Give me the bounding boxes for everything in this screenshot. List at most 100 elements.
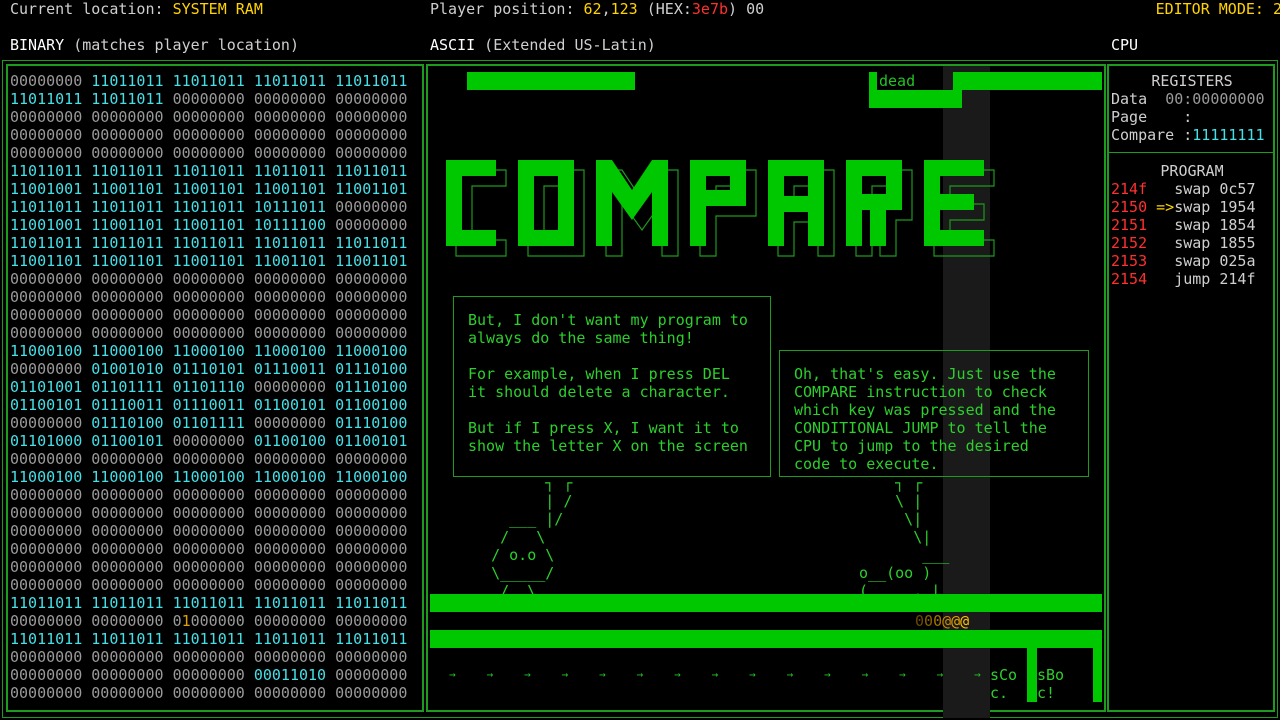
binary-byte: 01100101 [91, 432, 164, 450]
binary-byte: 00000000 [172, 144, 245, 162]
binary-byte: 00000000 [253, 504, 327, 522]
binary-row: 01100101 01110011 01110011 01100101 0110… [10, 396, 407, 414]
position-x: 62 [583, 0, 602, 18]
binary-row: 00000000 00000000 00000000 00000000 0000… [10, 126, 407, 144]
binary-byte: 00000000 [91, 306, 164, 324]
sign-left: sCo c. [990, 666, 1018, 702]
binary-byte: 00000000 [335, 450, 408, 468]
binary-byte: 00000000 [10, 684, 83, 702]
binary-byte: 00000000 [335, 648, 408, 666]
binary-byte: 11000100 [10, 468, 83, 486]
conveyor-arrow: → [711, 668, 719, 681]
binary-grid: 00000000 11011011 11011011 11011011 1101… [10, 72, 407, 702]
binary-byte: 00000000 [335, 612, 408, 630]
binary-byte: 00000000 [335, 540, 408, 558]
binary-row: 01101001 01101111 01101110 00000000 0111… [10, 378, 407, 396]
binary-row: 11011011 11011011 11011011 10111011 0000… [10, 198, 407, 216]
position-label: Player position: [430, 0, 584, 18]
hex-close: ) 00 [728, 0, 765, 18]
binary-byte: 11011011 [253, 234, 327, 252]
conveyor-arrow: → [861, 668, 869, 681]
register-compare: Compare :11111111 [1111, 126, 1265, 144]
binary-byte: 00000000 [10, 558, 83, 576]
binary-byte: 01101111 [91, 378, 164, 396]
binary-row: 11011011 11011011 11011011 11011011 1101… [10, 162, 407, 180]
binary-byte: 00000000 [253, 270, 327, 288]
binary-byte: 00000000 [335, 684, 408, 702]
binary-byte: 00000000 [10, 648, 83, 666]
binary-row: 00000000 00000000 00000000 00000000 0000… [10, 576, 407, 594]
program-instruction: swap 1954 [1174, 198, 1256, 216]
binary-byte: 00000000 [172, 288, 245, 306]
binary-byte: 01100101 [335, 432, 408, 450]
conveyor-arrow: → [486, 668, 494, 681]
binary-row: 11011011 11011011 00000000 00000000 0000… [10, 90, 407, 108]
binary-byte: 00000000 [335, 504, 408, 522]
binary-byte: 00000000 [10, 72, 83, 90]
binary-row: 00000000 00000000 01000000 00000000 0000… [10, 612, 407, 630]
compare-register-value: 11111111 [1192, 126, 1265, 144]
binary-byte: 00000000 [253, 108, 327, 126]
binary-byte: 00000000 [172, 90, 245, 108]
binary-byte: 00000000 [335, 486, 408, 504]
binary-row: 00000000 01110100 01101111 00000000 0111… [10, 414, 407, 432]
program-address: 2154 [1111, 270, 1148, 288]
binary-byte: 11011011 [91, 234, 164, 252]
binary-byte: 01000000 [172, 612, 245, 630]
binary-byte: 00000000 [253, 486, 327, 504]
program-instruction: swap 1855 [1174, 234, 1256, 252]
binary-byte: 00000000 [10, 450, 83, 468]
binary-byte: 11011011 [91, 90, 164, 108]
binary-row: 00000000 00000000 00000000 00000000 0000… [10, 684, 407, 702]
binary-byte: 00000000 [91, 504, 164, 522]
binary-byte: 00000000 [253, 414, 327, 432]
program-address: 214f [1111, 180, 1148, 198]
binary-byte: 00000000 [172, 486, 245, 504]
binary-byte: 00000000 [91, 450, 164, 468]
binary-byte: 00000000 [335, 108, 408, 126]
binary-byte: 00000000 [172, 576, 245, 594]
binary-byte: 00000000 [172, 540, 245, 558]
binary-byte: 00000000 [10, 270, 83, 288]
binary-byte: 00000000 [91, 666, 164, 684]
binary-byte: 00000000 [91, 126, 164, 144]
program-instruction: swap 025a [1174, 252, 1256, 270]
binary-byte: 11000100 [91, 468, 164, 486]
binary-byte: 01110011 [172, 396, 245, 414]
binary-byte: 00000000 [91, 648, 164, 666]
binary-byte: 11000100 [91, 342, 164, 360]
program-address: 2152 [1111, 234, 1148, 252]
binary-byte: 11011011 [253, 630, 327, 648]
binary-byte: 00000000 [10, 306, 83, 324]
cpu-divider [1109, 152, 1273, 153]
binary-byte: 11000100 [172, 468, 245, 486]
binary-row: 00000000 00000000 00000000 00000000 0000… [10, 450, 407, 468]
binary-byte: 00000000 [91, 270, 164, 288]
binary-byte: 11011011 [335, 162, 408, 180]
binary-byte: 11011011 [253, 162, 327, 180]
binary-byte: 00000000 [91, 324, 164, 342]
binary-byte: 11001101 [91, 252, 164, 270]
binary-panel-title: BINARY (matches player location) [10, 36, 299, 54]
program-pointer [1147, 216, 1174, 234]
binary-row: 11011011 11011011 11011011 11011011 1101… [10, 234, 407, 252]
page-register-label: Page : [1111, 108, 1193, 126]
binary-byte: 11000100 [253, 342, 327, 360]
binary-byte: 11001101 [172, 252, 245, 270]
binary-byte: 00000000 [172, 432, 245, 450]
program-instruction: swap 1854 [1174, 216, 1256, 234]
binary-byte: 00000000 [335, 216, 408, 234]
binary-byte: 11011011 [172, 594, 245, 612]
binary-byte: 10111011 [253, 198, 327, 216]
player-avatar[interactable]: @ [960, 612, 969, 630]
binary-byte: 11001101 [172, 216, 245, 234]
conveyor-arrow: → [524, 668, 531, 681]
binary-row: 00000000 00000000 00000000 00000000 0000… [10, 540, 407, 558]
binary-byte: 01100101 [253, 396, 327, 414]
binary-byte: 01101001 [10, 378, 83, 396]
binary-byte: 00000000 [253, 612, 327, 630]
program-line: 2151 swap 1854 [1111, 216, 1256, 234]
binary-byte: 01101110 [172, 378, 245, 396]
binary-row: 00000000 00000000 00000000 00011010 0000… [10, 666, 407, 684]
binary-byte: 01101000 [10, 432, 83, 450]
